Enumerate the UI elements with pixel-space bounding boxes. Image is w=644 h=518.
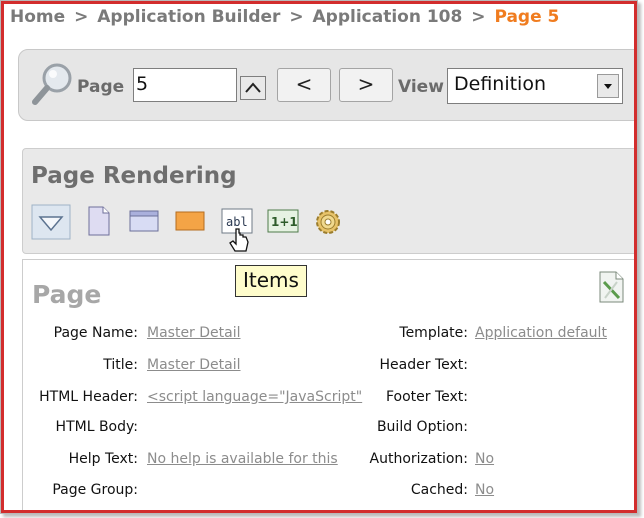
previous-page-button[interactable]: < [277,68,331,102]
page-navigation-toolbar: Page 5 < > View Definition [18,49,637,121]
region-tab-icon[interactable] [175,211,205,231]
footer-text-label: Footer Text: [385,389,468,405]
page-label: Page [77,77,125,97]
chevron-up-icon [245,82,261,93]
breadcrumb-application-builder[interactable]: Application Builder [97,7,280,27]
process-gear-icon[interactable] [313,207,343,237]
page-name-value[interactable]: Master Detail [147,325,241,341]
page-up-button[interactable] [240,76,266,100]
breadcrumb-application[interactable]: Application 108 [313,7,463,27]
html-header-label: HTML Header: [39,389,138,405]
cached-label: Cached: [410,482,468,498]
edit-page-icon[interactable] [597,270,627,304]
view-selected-value: Definition [454,73,547,95]
build-option-label: Build Option: [376,419,468,435]
svg-text:abl: abl [226,215,248,229]
breadcrumb-separator: > [289,7,304,27]
breadcrumb-separator: > [74,7,89,27]
page-rendering-panel: Page Rendering [22,148,637,254]
frame-bottom-border [1,510,637,513]
items-tooltip: Items [235,265,307,297]
app-window: Home > Application Builder > Application… [0,0,638,514]
view-select[interactable]: Definition [447,68,623,104]
view-label: View [398,77,444,97]
help-text-value[interactable]: No help is available for this [147,451,338,467]
breadcrumb-home[interactable]: Home [10,7,65,27]
frame-left-border [1,1,4,513]
breadcrumb-separator: > [471,7,486,27]
collapse-triangle-icon[interactable] [31,204,71,240]
header-text-label: Header Text: [379,357,468,373]
title-value[interactable]: Master Detail [147,357,241,373]
template-value[interactable]: Application default [475,325,607,341]
page-group-label: Page Group: [52,482,138,498]
authorization-label: Authorization: [369,451,469,467]
authorization-value[interactable]: No [475,451,494,467]
region-icon[interactable] [129,210,159,232]
magnifier-icon [32,63,72,105]
dropdown-arrow-icon[interactable] [597,74,619,98]
computation-icon[interactable]: 1+1 [267,209,299,233]
page-rendering-title: Page Rendering [31,163,237,189]
page-name-label: Page Name: [53,325,138,341]
next-page-button[interactable]: > [339,68,393,102]
page-icon[interactable] [87,206,111,236]
page-detail-panel: Page [22,259,637,513]
page-number-input[interactable]: 5 [133,68,237,102]
items-icon[interactable]: abl [221,207,255,257]
help-text-label: Help Text: [68,451,138,467]
html-header-value[interactable]: <script language="JavaScript" [147,389,362,405]
svg-text:1+1: 1+1 [271,215,298,229]
cached-value[interactable]: No [475,482,494,498]
breadcrumb: Home > Application Builder > Application… [1,1,637,31]
page-detail-title: Page [32,280,102,309]
breadcrumb-current-page: Page 5 [494,7,560,27]
title-label: Title: [103,357,138,373]
template-label: Template: [399,325,468,341]
frame-right-border [634,1,637,513]
html-body-label: HTML Body: [55,419,138,435]
